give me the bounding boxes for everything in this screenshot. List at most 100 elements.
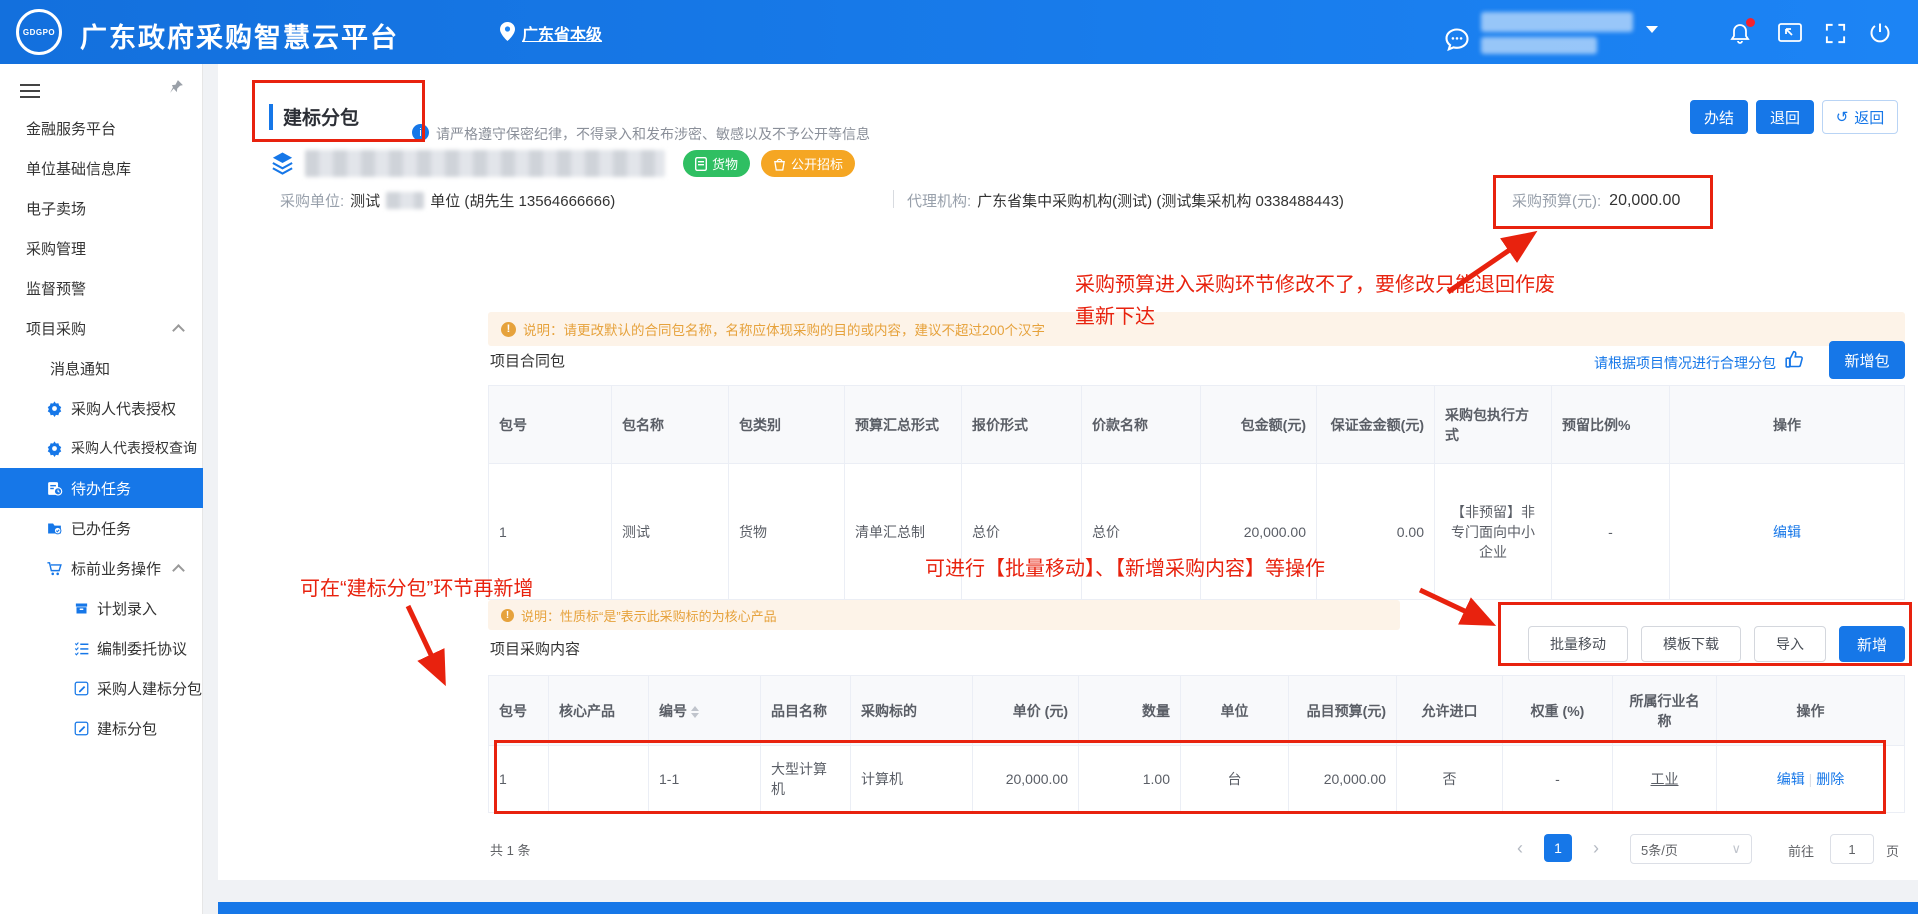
batch-move-button[interactable]: 批量移动 [1528, 626, 1628, 662]
content-table: 包号 核心产品 编号 品目名称 采购标的 单价 (元) 数量 单位 品目预算(元… [488, 675, 1905, 813]
undo-icon: ↺ [1836, 108, 1849, 126]
sidebar-item-project-procurement[interactable]: 项目采购 [0, 308, 203, 348]
done-tasks-icon [46, 520, 63, 537]
edit-package-link[interactable]: 编辑 [1773, 524, 1801, 540]
gear-icon [46, 440, 63, 457]
location-pin-icon [500, 22, 515, 41]
annotation-add-note: 可在“建标分包”环节再新增 [300, 572, 533, 601]
industry-value: 工业 [1613, 746, 1717, 813]
sidebar-item-entrust-agreement[interactable]: 编制委托协议 [0, 628, 203, 668]
fullscreen-icon[interactable] [1824, 22, 1847, 45]
logo-text: GDGPO [23, 28, 55, 37]
doc-edit-icon [74, 721, 89, 736]
meta-divider [893, 190, 894, 208]
sidebar-item-rep-authorization[interactable]: 采购人代表授权 [0, 388, 203, 428]
chevron-up-icon [172, 564, 185, 577]
next-section-bar [218, 902, 1918, 914]
contract-alert: ! 说明：请更改默认的合同包名称，名称应体现采购的目的或内容，建议不超过200个… [488, 312, 1905, 346]
sidebar-item-notifications[interactable]: 消息通知 [0, 348, 203, 388]
annotation-budget-note-line2: 重新下达 [1075, 300, 1155, 329]
layers-icon [272, 151, 293, 175]
goto-page-input[interactable] [1830, 834, 1874, 864]
goods-doc-icon [695, 157, 707, 171]
total-count: 共 1 条 [490, 840, 530, 859]
select-caret-icon: ∨ [1731, 841, 1741, 857]
project-type-badge: 货物 [683, 150, 750, 177]
reject-button[interactable]: 退回 [1756, 100, 1814, 134]
page-background-gap [218, 880, 1918, 902]
annotation-ops-note: 可进行【批量移动】、【新增采购内容】等操作 [925, 552, 1325, 581]
content-table-header-row: 包号 核心产品 编号 品目名称 采购标的 单价 (元) 数量 单位 品目预算(元… [489, 676, 1905, 746]
procurement-method-badge: 公开招标 [761, 150, 855, 177]
sidebar-item-org-info[interactable]: 单位基础信息库 [0, 148, 203, 188]
goto-label: 前往 [1788, 841, 1814, 860]
finish-button[interactable]: 办结 [1690, 100, 1748, 134]
contract-table-header-row: 包号 包名称 包类别 预算汇总形式 报价形式 价款名称 包金额(元) 保证金金额… [489, 386, 1905, 464]
platform-logo: GDGPO [16, 9, 62, 55]
add-package-button[interactable]: 新增包 [1829, 341, 1905, 379]
sidebar-item-plan-entry[interactable]: 计划录入 [0, 588, 203, 628]
secrecy-notice: 请严格遵守保密纪律，不得录入和发布涉密、敏感以及不予公开等信息 [436, 124, 870, 144]
thumbs-up-icon [1784, 349, 1805, 370]
screen-share-icon[interactable] [1778, 23, 1802, 45]
sidebar-item-supervision[interactable]: 监督预警 [0, 268, 203, 308]
content-alert: ! 说明：性质标“是”表示此采购标的为核心产品 [488, 600, 1400, 630]
budget-field: 采购预算(元): 20,000.00 [1512, 190, 1680, 211]
bid-basket-icon [773, 157, 786, 171]
template-download-button[interactable]: 模板下载 [1641, 626, 1741, 662]
region-link[interactable]: 广东省本级 [522, 21, 602, 45]
pushpin-icon[interactable] [168, 78, 185, 95]
notification-dot [1746, 18, 1755, 27]
sidebar: 金融服务平台 单位基础信息库 电子卖场 采购管理 监督预警 项目采购 消息通知 … [0, 64, 203, 914]
split-hint-link[interactable]: 请根据项目情况进行合理分包 [1594, 353, 1776, 373]
next-page-button[interactable]: › [1582, 834, 1610, 862]
sidebar-item-rep-authorization-query[interactable]: 采购人代表授权查询 [0, 428, 203, 468]
sidebar-item-procurement-mgmt[interactable]: 采购管理 [0, 228, 203, 268]
app-header: GDGPO 广东政府采购智慧云平台 广东省本级 [0, 0, 1918, 64]
content-table-label: 项目采购内容 [490, 638, 580, 659]
delete-item-link[interactable]: 删除 [1816, 771, 1844, 787]
sidebar-item-finance[interactable]: 金融服务平台 [0, 108, 203, 148]
prev-page-button[interactable]: ‹ [1506, 834, 1534, 862]
sidebar-item-todo-tasks[interactable]: 待办任务 [0, 468, 203, 508]
app-title: 广东政府采购智慧云平台 [80, 16, 399, 55]
purchaser-label: 采购单位: [280, 190, 344, 211]
sort-carets-icon[interactable] [691, 706, 699, 718]
alert-icon: ! [501, 609, 514, 622]
chevron-up-icon [172, 324, 185, 337]
budget-value: 20,000.00 [1609, 192, 1680, 210]
back-button[interactable]: ↺ 返回 [1822, 100, 1898, 134]
user-org-redacted [1481, 37, 1597, 54]
purchaser-field: 采购单位: 测试单位 (胡先生 13564666666) [280, 190, 615, 211]
user-caret-down-icon[interactable] [1646, 26, 1658, 33]
chat-icon[interactable] [1443, 26, 1471, 54]
info-icon: i [412, 124, 429, 141]
user-name-redacted[interactable] [1481, 12, 1633, 32]
menu-toggle-icon[interactable] [20, 80, 40, 102]
add-content-button[interactable]: 新增 [1839, 626, 1905, 662]
sidebar-item-emall[interactable]: 电子卖场 [0, 188, 203, 228]
import-button[interactable]: 导入 [1754, 626, 1826, 662]
plan-entry-icon [74, 601, 89, 616]
page-size-select[interactable]: 5条/页 ∨ [1630, 834, 1752, 864]
page-unit-label: 页 [1886, 841, 1899, 860]
agency-label: 代理机构: [907, 190, 971, 211]
budget-label: 采购预算(元): [1512, 190, 1601, 211]
project-name-redacted [305, 150, 665, 177]
doc-edit-icon [74, 681, 89, 696]
power-icon[interactable] [1868, 21, 1892, 45]
cart-icon [46, 560, 63, 577]
agreement-list-icon [74, 641, 89, 656]
sidebar-item-done-tasks[interactable]: 已办任务 [0, 508, 203, 548]
page-title: 建标分包 [283, 103, 359, 130]
content-table-row: 1 1-1 大型计算机 计算机 20,000.00 1.00 台 20,000.… [489, 746, 1905, 813]
gear-icon [46, 400, 63, 417]
contract-table-label: 项目合同包 [490, 350, 565, 371]
edit-item-link[interactable]: 编辑 [1777, 771, 1805, 787]
current-page[interactable]: 1 [1544, 834, 1572, 862]
sidebar-item-bid-split[interactable]: 建标分包 [0, 708, 203, 748]
sidebar-item-purchaser-bid-split[interactable]: 采购人建标分包 [0, 668, 203, 708]
sortable-column-header[interactable]: 编号 [649, 676, 761, 746]
todo-tasks-icon [46, 480, 63, 497]
sidebar-item-prebid-operations[interactable]: 标前业务操作 [0, 548, 203, 588]
